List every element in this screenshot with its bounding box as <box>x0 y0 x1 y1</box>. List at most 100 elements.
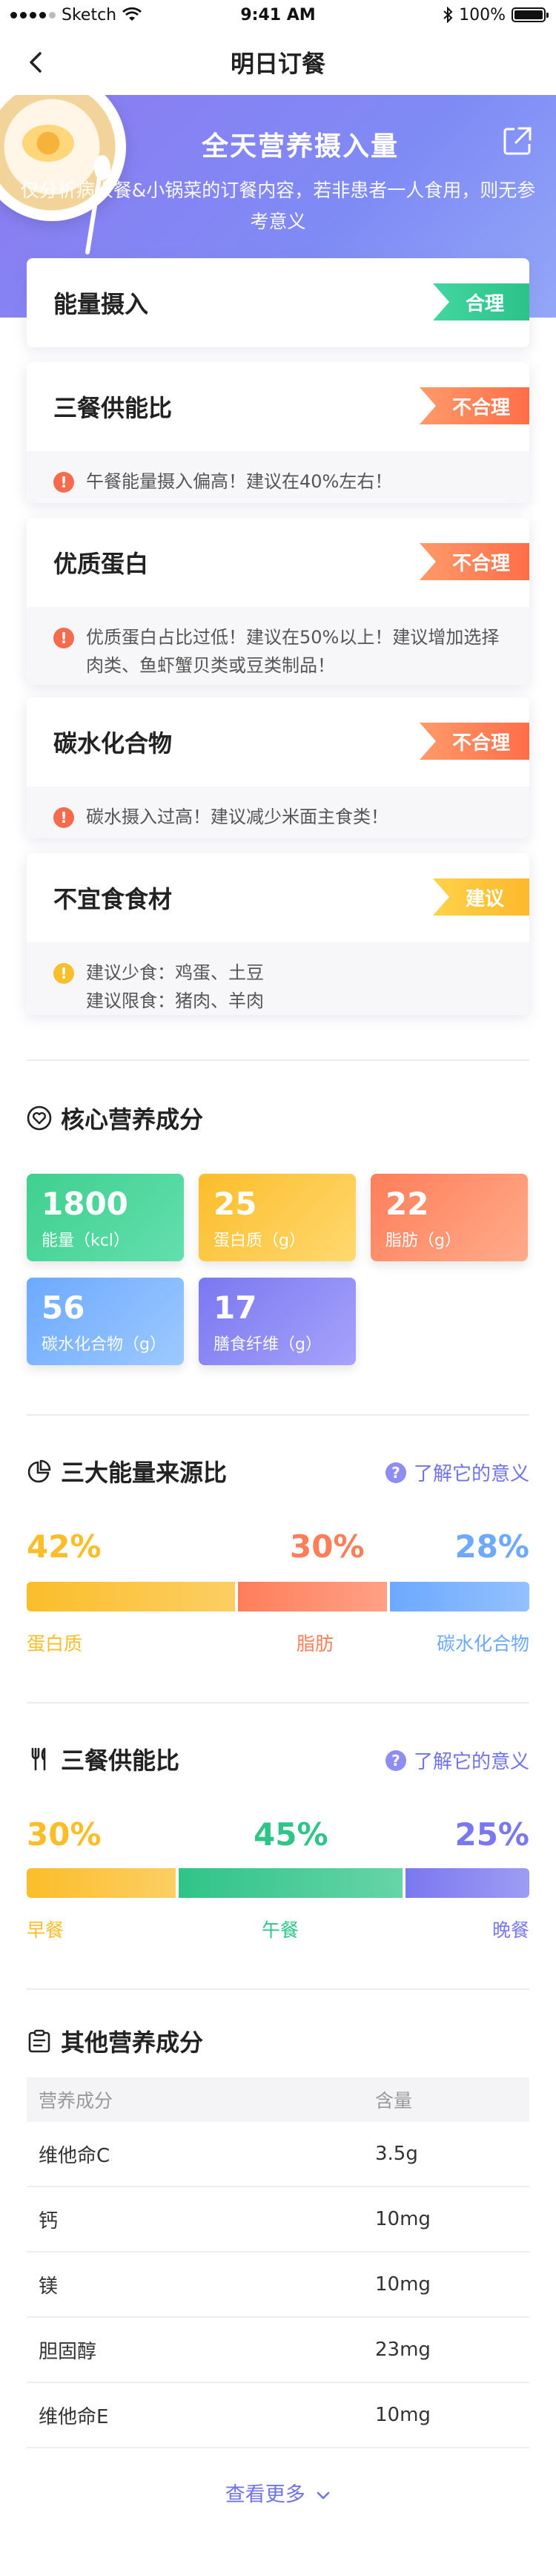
eval-title: 三餐供能比 <box>53 394 173 422</box>
tile-label: 膳食纤维（g） <box>214 1335 322 1354</box>
status-bar: Sketch 9:41 AM 100% <box>0 0 556 30</box>
eval-title: 不宜食食材 <box>53 885 173 913</box>
table-cell: 10mg <box>375 2404 431 2426</box>
column-header: 营养成分 <box>39 2090 113 2112</box>
tile-value: 17 <box>214 1289 257 1326</box>
eval-card-meal-ratio: 三餐供能比 不合理 ! 午餐能量摄入偏高！建议在40%左右！ <box>27 362 529 503</box>
nav-bar: 明日订餐 <box>0 30 556 95</box>
meal-label-row: 早餐 午餐 晚餐 <box>27 1916 529 1941</box>
energy-label-row: 蛋白质 脂肪 碳水化合物 <box>27 1629 529 1655</box>
label-dinner: 晚餐 <box>492 1919 529 1941</box>
tile-value: 22 <box>385 1186 429 1222</box>
nutrient-tile-carbs: 56 碳水化合物（g） <box>27 1278 184 1365</box>
pct-protein: 42% <box>27 1528 102 1565</box>
divider <box>27 1414 529 1416</box>
learn-meaning-label: 了解它的意义 <box>413 1751 529 1773</box>
energy-source-header: 三大能量来源比 ? 了解它的意义 <box>27 1453 529 1490</box>
battery-icon <box>512 7 549 22</box>
question-icon: ? <box>385 1749 406 1771</box>
table-cell: 维他命C <box>39 2144 110 2167</box>
tile-label: 蛋白质（g） <box>214 1232 305 1250</box>
eval-note-text: 午餐能量摄入偏高！建议在40%左右！ <box>86 471 393 492</box>
nutrient-tile-fiber: 17 膳食纤维（g） <box>199 1278 356 1365</box>
share-icon[interactable] <box>501 125 534 157</box>
carrier-name: Sketch <box>62 5 117 24</box>
table-cell: 镁 <box>39 2275 59 2298</box>
core-section-header: 核心营养成分 <box>27 1100 529 1137</box>
tile-value: 1800 <box>42 1186 128 1222</box>
chevron-down-icon <box>317 2491 330 2499</box>
label-fat: 脂肪 <box>297 1633 334 1655</box>
pct-breakfast: 30% <box>27 1816 102 1853</box>
table-cell: 3.5g <box>375 2143 418 2165</box>
others-section-header: 其他营养成分 <box>27 2025 529 2057</box>
eval-title: 能量摄入 <box>53 290 149 318</box>
status-badge: 不合理 <box>419 543 529 580</box>
status-badge: 合理 <box>433 283 529 321</box>
meal-segment-1 <box>179 1868 403 1898</box>
heart-icon <box>27 1105 52 1131</box>
section-title: 三大能量来源比 <box>61 1459 228 1487</box>
table-cell: 胆固醇 <box>39 2340 97 2363</box>
meal-ratio-header: 三餐供能比 ? 了解它的意义 <box>27 1741 529 1778</box>
pct-fat: 30% <box>290 1528 365 1565</box>
question-icon: ? <box>385 1462 406 1483</box>
eval-card-carbs: 碳水化合物 不合理 ! 碳水摄入过高！建议减少米面主食类！ <box>27 697 529 838</box>
nutrient-tile-energy: 1800 能量（kcl） <box>27 1174 184 1261</box>
meal-pct-row: 30% 45% 25% <box>27 1816 529 1853</box>
table-row: 镁 10mg <box>27 2253 529 2318</box>
status-badge: 不合理 <box>419 387 529 424</box>
utensils-icon <box>31 1747 46 1771</box>
energy-segment-0 <box>27 1582 236 1611</box>
warning-icon: ! <box>53 472 74 493</box>
learn-meaning-link[interactable]: ? 了解它的意义 <box>385 1747 529 1774</box>
eval-note-line: 建议少食：鸡蛋、土豆 <box>86 962 264 983</box>
nutrient-tile-protein: 25 蛋白质（g） <box>199 1174 356 1261</box>
label-carbs: 碳水化合物 <box>436 1633 529 1655</box>
table-row: 胆固醇 23mg <box>27 2318 529 2383</box>
learn-meaning-link[interactable]: ? 了解它的意义 <box>385 1459 529 1486</box>
section-title: 其他营养成分 <box>61 2028 204 2057</box>
warning-icon: ! <box>53 963 74 984</box>
column-header: 含量 <box>375 2090 413 2112</box>
wifi-icon <box>122 7 142 21</box>
eval-title: 优质蛋白 <box>53 550 149 578</box>
pie-chart-icon <box>27 1459 51 1483</box>
learn-meaning-label: 了解它的意义 <box>413 1463 529 1485</box>
pct-carbs: 28% <box>454 1528 529 1565</box>
table-cell: 维他命E <box>39 2405 109 2428</box>
tile-label: 碳水化合物（g） <box>42 1335 166 1354</box>
eval-note: ! 优质蛋白占比过低！建议在50%以上！建议增加选择肉类、鱼虾蟹贝类或豆类制品！ <box>27 607 529 685</box>
label-lunch: 午餐 <box>262 1919 299 1941</box>
eval-note: ! 碳水摄入过高！建议减少米面主食类！ <box>27 786 529 838</box>
warning-icon: ! <box>53 807 74 828</box>
battery-percent: 100% <box>459 5 506 24</box>
view-more-button[interactable]: 查看更多 <box>0 2478 556 2507</box>
divider <box>27 1702 529 1703</box>
section-title: 三餐供能比 <box>61 1747 180 1775</box>
table-row: 维他命C 3.5g <box>27 2122 529 2187</box>
signal-icon <box>10 11 56 19</box>
label-protein: 蛋白质 <box>27 1633 83 1655</box>
energy-source-bar <box>27 1582 529 1611</box>
energy-segment-2 <box>390 1582 529 1611</box>
meal-segment-0 <box>27 1868 176 1898</box>
pct-lunch: 45% <box>254 1816 328 1853</box>
page-title: 明日订餐 <box>230 50 325 78</box>
status-badge: 建议 <box>433 878 529 916</box>
clipboard-icon <box>28 2029 50 2053</box>
tile-value: 56 <box>42 1289 85 1326</box>
label-breakfast: 早餐 <box>27 1919 64 1941</box>
table-header: 营养成分 含量 <box>27 2077 529 2122</box>
tile-value: 25 <box>214 1186 257 1222</box>
bluetooth-icon <box>443 7 453 23</box>
eval-card-avoid-foods: 不宜食食材 建议 ! 建议少食：鸡蛋、土豆 建议限食：猪肉、羊肉 <box>27 853 529 1015</box>
battery-group: 100% <box>443 5 549 24</box>
eval-note: ! 建议少食：鸡蛋、土豆 建议限食：猪肉、羊肉 <box>27 942 529 1015</box>
divider <box>27 1059 529 1061</box>
warning-icon: ! <box>53 628 74 648</box>
back-arrow-icon[interactable] <box>22 47 52 77</box>
table-cell: 钙 <box>39 2209 59 2232</box>
eval-card-protein: 优质蛋白 不合理 ! 优质蛋白占比过低！建议在50%以上！建议增加选择肉类、鱼虾… <box>27 518 529 685</box>
view-more-label: 查看更多 <box>225 2483 305 2506</box>
